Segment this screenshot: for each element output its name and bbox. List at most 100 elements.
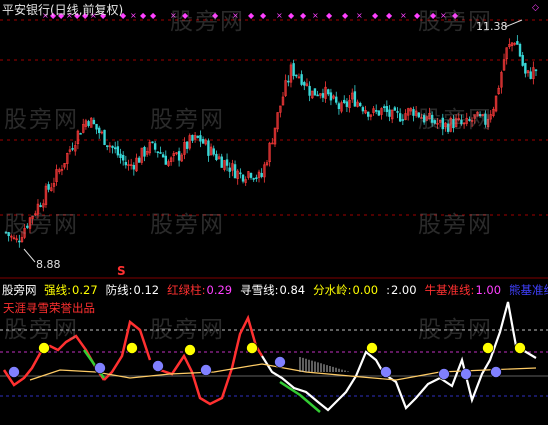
- candle-body: [143, 147, 146, 157]
- candle-body: [212, 148, 215, 155]
- candle-body: [521, 55, 524, 66]
- watermark: 股旁网: [418, 107, 493, 133]
- candle-body: [151, 141, 154, 144]
- watermark: 股旁网: [418, 212, 493, 238]
- bull-signal-icon: [184, 344, 196, 356]
- bear-signal-icon: [490, 366, 502, 378]
- watermark: 股旁网: [170, 9, 245, 35]
- candle-body: [95, 123, 98, 130]
- watermark: 股旁网: [4, 212, 79, 238]
- candle-body: [412, 109, 415, 116]
- candle-body: [161, 154, 165, 158]
- watermark: 股旁网: [418, 9, 493, 35]
- legend-label: 寻雪线:: [240, 283, 279, 297]
- candle-body: [103, 129, 106, 145]
- candle-body: [177, 151, 181, 161]
- candle-body: [106, 145, 109, 147]
- legend-item: 熊基准线:: [509, 283, 548, 297]
- candle-body: [393, 107, 397, 111]
- candle-body: [295, 74, 298, 77]
- candle-body: [233, 164, 237, 179]
- signal-marker: S: [117, 264, 126, 278]
- legend-value: 0.12: [133, 283, 160, 297]
- xunxue-line-green: [279, 380, 321, 413]
- candle-body: [343, 99, 346, 104]
- candle-body: [398, 113, 402, 122]
- candle-body: [191, 134, 194, 141]
- candle-body: [79, 133, 82, 135]
- legend-item: :2.00: [386, 283, 420, 297]
- candle-body: [353, 91, 357, 107]
- candle-body: [239, 172, 242, 175]
- candle-body: [303, 82, 306, 86]
- candle-body: [137, 157, 141, 163]
- bear-signal-icon: [152, 360, 164, 372]
- marker-x: ×: [312, 11, 319, 20]
- candle-body: [377, 110, 381, 116]
- bull-signal-icon: [482, 342, 494, 354]
- candle-body: [292, 63, 295, 76]
- candle-body: [228, 167, 231, 172]
- legend-label: :: [386, 283, 390, 297]
- legend-value: 0.84: [279, 283, 306, 297]
- marker-diamond: ◇: [532, 3, 539, 13]
- bull-signal-icon: [514, 342, 526, 354]
- candle-body: [382, 106, 386, 108]
- candle-body: [316, 94, 319, 97]
- legend-label: 红绿柱:: [167, 283, 206, 297]
- legend-item: 强线:0.27: [44, 283, 101, 297]
- marker-o: ◆: [260, 11, 267, 20]
- marker-o: ◆: [288, 11, 295, 20]
- watermark: 股旁网: [418, 317, 493, 343]
- chart-title: 平安银行(日线,前复权): [2, 3, 124, 17]
- candle-body: [92, 119, 96, 125]
- watermark: 股旁网: [150, 317, 225, 343]
- candle-body: [518, 43, 522, 57]
- bear-signal-icon: [380, 366, 392, 378]
- bull-signal-icon: [38, 342, 50, 354]
- bear-signal-icon: [94, 362, 106, 374]
- bull-signal-icon: [126, 342, 138, 354]
- candle-body: [199, 135, 202, 142]
- legend-value: 1.00: [475, 283, 502, 297]
- candle-body: [132, 165, 136, 170]
- bear-signal-icon: [8, 366, 20, 378]
- candle-body: [308, 85, 311, 96]
- candle-body: [375, 110, 378, 112]
- legend-label: 熊基准线:: [509, 283, 548, 297]
- legend-value: 2.00: [390, 283, 417, 297]
- candle-body: [529, 71, 532, 79]
- candle-body: [207, 140, 210, 156]
- candle-body: [327, 89, 330, 95]
- candle-body: [225, 159, 229, 166]
- candle-body: [47, 184, 50, 190]
- marker-x: ×: [276, 11, 283, 20]
- candle-body: [361, 107, 365, 112]
- legend-item: 防线:0.12: [106, 283, 163, 297]
- bear-signal-icon: [274, 356, 286, 368]
- legend-label: 防线:: [105, 283, 133, 297]
- bull-signal-icon: [246, 342, 258, 354]
- bear-signal-icon: [438, 368, 450, 380]
- legend-label: 牛基准线:: [424, 283, 475, 297]
- watermark: 股旁网: [150, 212, 225, 238]
- legend-item: 红绿柱:0.29: [167, 283, 236, 297]
- marker-o: ◆: [326, 11, 333, 20]
- candle-body: [321, 93, 325, 98]
- candle-body: [71, 148, 74, 150]
- legend-item: 分水岭:0.00: [313, 283, 382, 297]
- legend-label: 分水岭:: [313, 283, 352, 297]
- candle-body: [300, 74, 303, 85]
- candle-body: [153, 143, 157, 150]
- candle-body: [534, 69, 538, 72]
- candle-body: [345, 101, 349, 107]
- candle-body: [121, 154, 125, 161]
- candle-body: [385, 106, 389, 113]
- legend-item: 牛基准线:1.00: [425, 283, 505, 297]
- indicator-name: 股旁网: [2, 283, 37, 297]
- candle-body: [164, 155, 167, 165]
- candle-body: [396, 111, 399, 113]
- candle-body: [255, 177, 258, 179]
- candle-body: [116, 146, 120, 156]
- candle-body: [196, 135, 199, 138]
